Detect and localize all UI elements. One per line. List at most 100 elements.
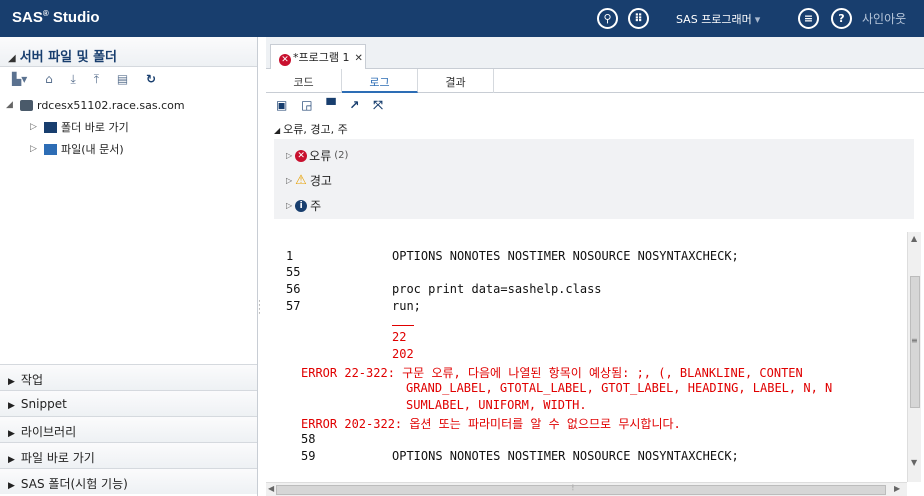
save-icon[interactable]: ▣	[276, 98, 287, 112]
log-line-number: 56	[286, 282, 301, 296]
log-line-number: 55	[286, 265, 301, 279]
top-bar: SAS® Studio ⚲ ⠿ SAS 프로그래머 ▾ ≡ ? 사인아웃	[0, 0, 924, 37]
collapsed-triangle-icon: ▷	[286, 176, 293, 185]
log-line-text: run;	[392, 299, 421, 313]
error-message: ERROR 22-322: 구문 오류, 다음에 나열된 항목이 예상됨: ;,…	[301, 366, 803, 380]
error-icon: ✕	[279, 54, 291, 66]
section-label: Snippet	[20, 397, 67, 411]
log-summary-header[interactable]: ◢ 오류, 경고, 주	[266, 117, 924, 139]
scroll-right-icon[interactable]: ▶	[894, 484, 900, 493]
vertical-scrollbar[interactable]: ▲ ≡ ▼	[907, 232, 921, 482]
server-icon	[20, 99, 33, 111]
file-tree: ◢ rdcesx51102.race.sas.com ▷ 폴더 바로 가기 ▷ …	[0, 91, 257, 160]
grip-icon: ≡	[911, 336, 918, 345]
list-menu-icon[interactable]: ≡	[798, 8, 819, 29]
document-tabs: ✕ *프로그램 1 ✕	[266, 37, 924, 69]
tree-item-label: 파일(내 문서)	[61, 143, 124, 156]
collapsed-triangle-icon: ▶	[8, 401, 15, 411]
tree-item-my-documents[interactable]: ▷ 파일(내 문서)	[6, 138, 257, 160]
signout-link[interactable]: 사인아웃	[862, 10, 906, 27]
brand-suffix: Studio	[48, 9, 100, 26]
collapse-triangle-icon: ◢	[8, 53, 16, 64]
folder-shortcut-icon	[44, 121, 57, 133]
collapsed-triangle-icon: ▶	[8, 481, 15, 491]
errors-count: (2)	[334, 150, 349, 161]
scroll-down-icon[interactable]: ▼	[911, 458, 917, 467]
section-tasks[interactable]: ▶ 작업	[0, 364, 257, 390]
delete-icon[interactable]: ⌂	[45, 72, 53, 86]
tree-server-node[interactable]: ◢ rdcesx51102.race.sas.com	[6, 94, 257, 116]
print-icon[interactable]: ▀	[326, 98, 335, 112]
properties-icon[interactable]: ▤	[117, 72, 128, 86]
errors-label: 오류	[309, 149, 332, 163]
search-icon[interactable]: ⚲	[597, 8, 618, 29]
log-line-text: proc print data=sashelp.class	[392, 282, 602, 296]
collapsed-triangle-icon: ▷	[286, 151, 293, 160]
maximize-icon[interactable]: ⤧	[373, 98, 383, 113]
section-file-shortcuts[interactable]: ▶ 파일 바로 가기	[0, 442, 257, 468]
scroll-left-icon[interactable]: ◀	[268, 484, 274, 493]
warnings-label: 경고	[309, 174, 332, 188]
summary-notes[interactable]: ▷ i 주	[286, 193, 914, 218]
open-html-icon[interactable]: ◲	[301, 98, 312, 112]
tab-code[interactable]: 코드	[266, 69, 342, 93]
error-icon: ✕	[295, 149, 308, 162]
nav-sections: ▶ 작업 ▶ Snippet ▶ 라이브러리 ▶ 파일 바로 가기 ▶ SAS 폴더(시험…	[0, 364, 257, 494]
help-icon[interactable]: ?	[831, 8, 852, 29]
log-text-area[interactable]: 1 OPTIONS NONOTES NOSTIMER NOSOURCE NOSY…	[266, 232, 907, 480]
role-label: SAS 프로그래머	[676, 13, 752, 26]
tab-program-1[interactable]: ✕ *프로그램 1 ✕	[270, 44, 366, 69]
files-toolbar: ▙▾ ⌂ ⤓ ⤒ ▤ ↻	[0, 67, 257, 91]
collapsed-triangle-icon: ▷	[286, 201, 293, 210]
app-title: SAS® Studio	[12, 9, 100, 26]
my-documents-icon	[44, 143, 57, 155]
log-toolbar: ▣ ◲ ▀ ↗ ⤧	[266, 93, 924, 117]
scroll-thumb[interactable]	[276, 485, 886, 495]
section-libraries[interactable]: ▶ 라이브러리	[0, 416, 257, 442]
summary-warnings[interactable]: ▷ ⚠ 경고	[286, 168, 914, 193]
tree-item-folder-shortcuts[interactable]: ▷ 폴더 바로 가기	[6, 116, 257, 138]
tab-results[interactable]: 결과	[418, 69, 494, 93]
editor-subtabs: 코드 로그 결과	[266, 69, 924, 93]
new-icon[interactable]: ▙▾	[12, 72, 27, 86]
collapsed-triangle-icon: ▷	[30, 144, 37, 154]
section-label: SAS 폴더(시험 기능)	[20, 477, 128, 491]
collapsed-triangle-icon: ▶	[8, 455, 15, 465]
section-snippets[interactable]: ▶ Snippet	[0, 390, 257, 416]
log-summary-box: ▷ ✕ 오류 (2) ▷ ⚠ 경고 ▷ i 주	[274, 139, 914, 219]
section-label: 작업	[20, 373, 44, 387]
error-underline	[392, 325, 414, 326]
log-line-number: 1	[286, 249, 294, 263]
chevron-down-icon: ▾	[754, 13, 761, 26]
upload-icon[interactable]: ⤒	[94, 72, 99, 87]
pane-splitter[interactable]: · · · ·	[258, 298, 262, 320]
error-message: GRAND_LABEL, GTOTAL_LABEL, GTOT_LABEL, H…	[406, 381, 833, 395]
log-line-number: 59	[301, 449, 316, 463]
notes-label: 주	[310, 199, 322, 213]
summary-title: 오류, 경고, 주	[283, 123, 348, 136]
warning-icon: ⚠	[295, 173, 307, 188]
collapsed-triangle-icon: ▶	[8, 429, 15, 439]
section-sas-folders[interactable]: ▶ SAS 폴더(시험 기능)	[0, 468, 257, 494]
popout-icon[interactable]: ↗	[349, 98, 359, 112]
tab-label: *프로그램 1	[293, 51, 350, 64]
collapsed-triangle-icon: ▶	[8, 377, 15, 387]
files-section-header[interactable]: ◢ 서버 파일 및 폴더	[0, 37, 257, 67]
horizontal-scrollbar[interactable]: ◀ ⦙ ▶	[266, 482, 907, 496]
collapsed-triangle-icon: ▷	[30, 122, 37, 132]
navigation-pane: ◢ 서버 파일 및 폴더 ▙▾ ⌂ ⤓ ⤒ ▤ ↻ ◢ rdcesx51102.r…	[0, 37, 258, 496]
files-section-title: 서버 파일 및 폴더	[19, 50, 118, 65]
refresh-icon[interactable]: ↻	[146, 72, 156, 86]
grid-menu-icon[interactable]: ⠿	[628, 8, 649, 29]
error-message: SUMLABEL, UNIFORM, WIDTH.	[406, 398, 587, 412]
close-icon[interactable]: ✕	[354, 53, 362, 64]
log-line-number: 58	[301, 432, 316, 446]
tree-item-label: 폴더 바로 가기	[61, 121, 129, 134]
summary-errors[interactable]: ▷ ✕ 오류 (2)	[286, 143, 914, 168]
download-icon[interactable]: ⤓	[71, 72, 76, 87]
tab-log[interactable]: 로그	[342, 69, 418, 93]
expanded-triangle-icon: ◢	[274, 126, 281, 135]
section-label: 파일 바로 가기	[20, 451, 95, 465]
role-menu[interactable]: SAS 프로그래머 ▾	[676, 11, 760, 27]
scroll-up-icon[interactable]: ▲	[911, 234, 917, 243]
